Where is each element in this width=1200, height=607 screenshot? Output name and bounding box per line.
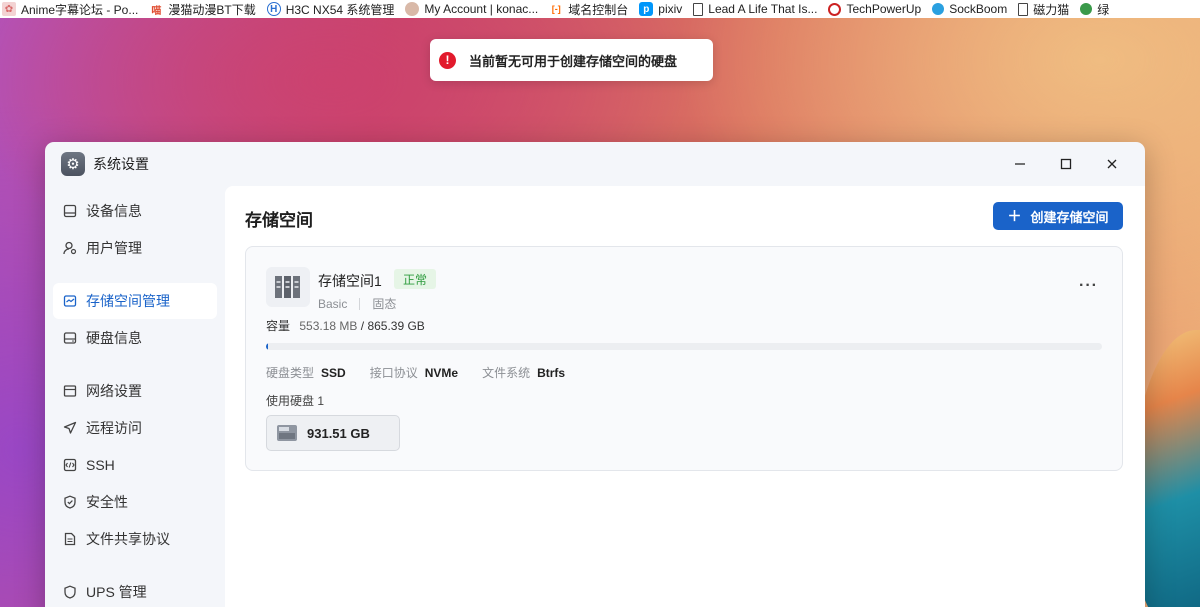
green-icon <box>1080 3 1093 15</box>
shield-icon <box>63 495 77 509</box>
settings-window: ⚙ 系统设置 设备信息 用户管理 存储空间管理 硬盘信息 网络设置 远程访问 S… <box>45 142 1145 607</box>
page-icon <box>1018 2 1029 16</box>
error-toast: ! 当前暂无可用于创建存储空间的硬盘 <box>430 39 713 81</box>
create-storage-button[interactable]: ＋ 创建存储空间 <box>993 202 1123 230</box>
bookmark-green[interactable]: 绿 <box>1078 0 1118 18</box>
network-icon <box>63 384 77 398</box>
sidebar-item-ups[interactable]: UPS 管理 <box>53 574 217 607</box>
spec-filesystem: 文件系统 Btrfs <box>482 366 566 380</box>
konachan-icon <box>405 2 420 16</box>
raid-type: Basic <box>318 296 348 311</box>
more-options-button[interactable]: ··· <box>1079 277 1098 295</box>
storage-pool-icon <box>266 267 310 307</box>
bookmarks-bar: ✿ Anime字幕论坛 - Po... 喵 漫猫动漫BT下载 H H3C NX5… <box>0 0 1200 18</box>
maximize-button[interactable] <box>1043 142 1089 186</box>
capacity-row: 容量 553.18 MB / 865.39 GB <box>266 317 425 334</box>
bookmark-lead-a-life[interactable]: Lead A Life That Is... <box>691 0 826 18</box>
capacity-total: 865.39 GB <box>367 319 425 333</box>
storage-icon <box>63 294 77 308</box>
disk-chip[interactable]: 931.51 GB <box>266 415 400 451</box>
plus-icon: ＋ <box>1007 208 1022 224</box>
bookmark-h3c[interactable]: H H3C NX54 系统管理 <box>265 0 404 18</box>
settings-gear-icon: ⚙ <box>61 152 85 176</box>
techpowerup-icon <box>828 2 842 16</box>
disk-icon <box>63 331 77 345</box>
error-icon: ! <box>439 51 456 69</box>
anime-forum-icon: ✿ <box>2 2 16 16</box>
minimize-button[interactable] <box>997 142 1043 186</box>
sidebar-item-storage[interactable]: 存储空间管理 <box>53 283 217 319</box>
minimize-icon <box>1015 163 1025 165</box>
sidebar-item-network[interactable]: 网络设置 <box>53 373 217 409</box>
sidebar-item-ssh[interactable]: SSH <box>53 447 217 483</box>
sockboom-icon <box>932 3 945 15</box>
sidebar-item-disk-info[interactable]: 硬盘信息 <box>53 320 217 356</box>
capacity-used: 553.18 MB <box>299 319 358 333</box>
ssh-icon <box>63 458 77 472</box>
bookmark-anime-forum[interactable]: ✿ Anime字幕论坛 - Po... <box>0 0 147 18</box>
disk-size: 931.51 GB <box>307 425 370 441</box>
pool-name: 存储空间1 <box>318 273 382 289</box>
bookmark-cili[interactable]: 磁力猫 <box>1016 0 1078 18</box>
capacity-slash: / <box>360 319 365 333</box>
sidebar-item-remote-access[interactable]: 远程访问 <box>53 410 217 446</box>
toast-message: 当前暂无可用于创建存储空间的硬盘 <box>469 53 678 69</box>
window-titlebar[interactable]: ⚙ 系统设置 <box>45 142 1145 186</box>
window-title: 系统设置 <box>93 156 149 172</box>
bookmark-manmao[interactable]: 喵 漫猫动漫BT下载 <box>147 0 264 18</box>
sidebar-item-file-share[interactable]: 文件共享协议 <box>53 521 217 557</box>
bookmark-konachan[interactable]: My Account | konac... <box>403 0 547 18</box>
bookmark-sockboom[interactable]: SockBoom <box>930 0 1016 18</box>
pool-meta: Basic 固态 <box>318 295 396 312</box>
capacity-label: 容量 <box>266 319 291 333</box>
pixiv-icon: p <box>639 2 654 16</box>
sidebar-item-security[interactable]: 安全性 <box>53 484 217 520</box>
ssd-icon <box>277 425 297 441</box>
spec-interface: 接口协议 NVMe <box>369 366 459 380</box>
ups-icon <box>63 585 77 599</box>
bookmark-pixiv[interactable]: p pixiv <box>637 0 691 18</box>
maximize-icon <box>1060 158 1072 170</box>
status-badge: 正常 <box>394 269 437 289</box>
close-icon <box>1107 159 1117 169</box>
remote-icon <box>63 421 77 435</box>
sidebar-item-device-info[interactable]: 设备信息 <box>53 193 217 229</box>
h3c-icon: H <box>266 2 281 16</box>
file-share-icon <box>63 532 77 546</box>
page-icon <box>693 2 704 16</box>
storage-pool-card: 存储空间1 正常 Basic 固态 ··· 容量 553.18 MB / 865… <box>245 246 1123 471</box>
spec-disk-type: 硬盘类型 SSD <box>266 366 346 380</box>
used-disks-label: 使用硬盘 1 <box>266 394 325 408</box>
window-controls <box>997 142 1135 186</box>
sidebar: 设备信息 用户管理 存储空间管理 硬盘信息 网络设置 远程访问 SSH 安全性 <box>45 186 225 607</box>
main-panel: 存储空间 ＋ 创建存储空间 存储空间1 正常 Basic 固态 ··· 容量 5… <box>225 186 1145 607</box>
capacity-progress-bar <box>266 343 1102 350</box>
page-title: 存储空间 <box>245 211 313 230</box>
capacity-progress-fill <box>266 343 269 350</box>
manmao-icon: 喵 <box>151 5 162 17</box>
media-type: 固态 <box>372 297 397 311</box>
close-button[interactable] <box>1089 142 1135 186</box>
bookmark-aliyun[interactable]: [-] 域名控制台 <box>547 0 637 18</box>
user-icon <box>63 241 77 255</box>
aliyun-icon: [-] <box>551 4 561 14</box>
divider <box>359 297 361 310</box>
spec-row: 硬盘类型 SSD 接口协议 NVMe 文件系统 Btrfs <box>266 364 589 381</box>
bookmark-techpowerup[interactable]: TechPowerUp <box>826 0 930 18</box>
sidebar-item-user-management[interactable]: 用户管理 <box>53 230 217 266</box>
device-icon <box>63 204 77 218</box>
